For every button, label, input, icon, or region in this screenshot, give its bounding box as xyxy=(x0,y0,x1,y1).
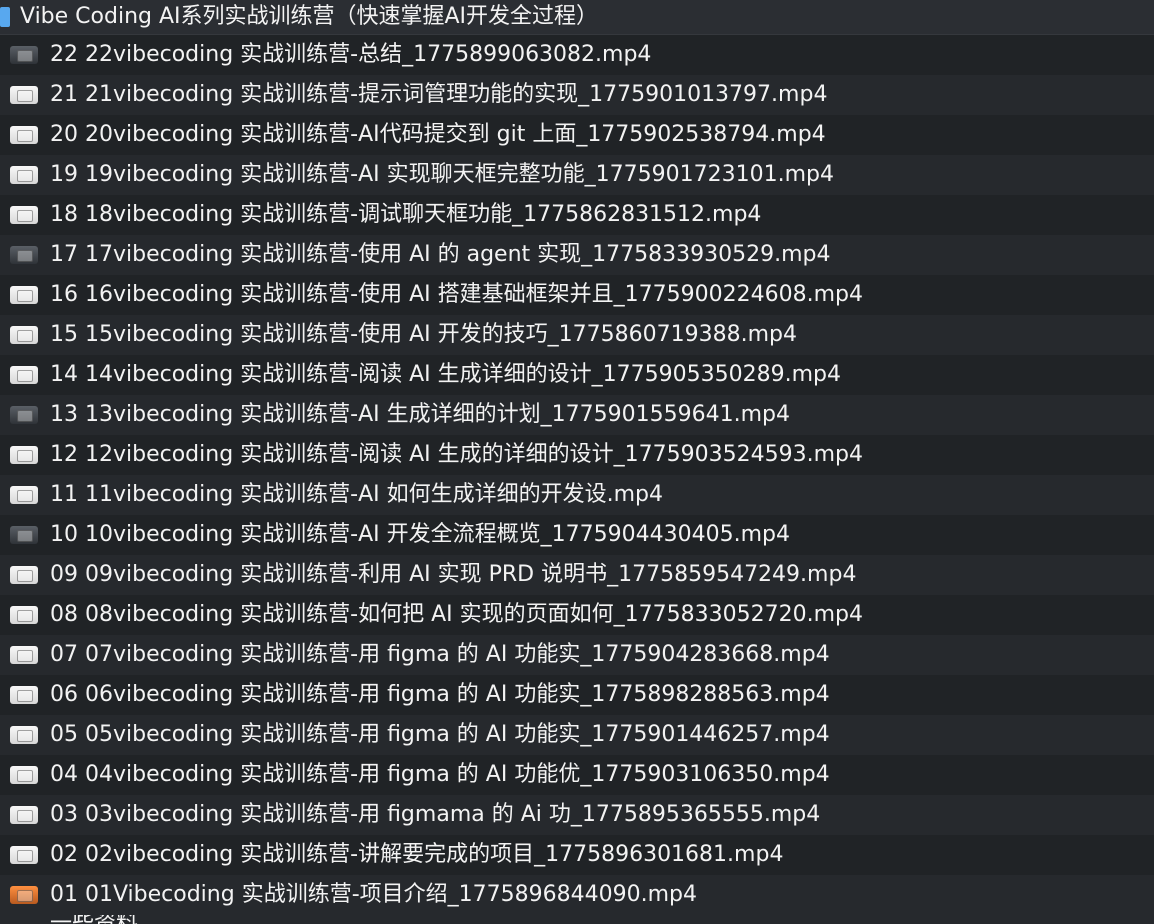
video-thumbnail-icon xyxy=(10,286,38,304)
file-name: 13 13vibecoding 实战训练营-AI 生成详细的计划_1775901… xyxy=(50,402,790,427)
file-row[interactable]: 08 08vibecoding 实战训练营-如何把 AI 实现的页面如何_177… xyxy=(0,595,1154,635)
file-row[interactable]: 18 18vibecoding 实战训练营-调试聊天框功能_1775862831… xyxy=(0,195,1154,235)
file-name: 15 15vibecoding 实战训练营-使用 AI 开发的技巧_177586… xyxy=(50,322,797,347)
video-thumbnail-icon xyxy=(10,726,38,744)
video-thumbnail-icon xyxy=(10,366,38,384)
folder-icon xyxy=(0,7,10,27)
file-name: 05 05vibecoding 实战训练营-用 figma 的 AI 功能实_1… xyxy=(50,722,830,747)
video-thumbnail-icon xyxy=(10,646,38,664)
video-thumbnail-icon xyxy=(10,86,38,104)
file-name: 07 07vibecoding 实战训练营-用 figma 的 AI 功能实_1… xyxy=(50,642,830,667)
file-name: 02 02vibecoding 实战训练营-讲解要完成的项目_177589630… xyxy=(50,842,784,867)
video-thumbnail-icon xyxy=(10,686,38,704)
file-row[interactable]: 21 21vibecoding 实战训练营-提示词管理功能的实现_1775901… xyxy=(0,75,1154,115)
file-name: 20 20vibecoding 实战训练营-AI代码提交到 git 上面_177… xyxy=(50,122,826,147)
file-name: 03 03vibecoding 实战训练营-用 figmama 的 Ai 功_1… xyxy=(50,802,821,827)
file-row[interactable]: 20 20vibecoding 实战训练营-AI代码提交到 git 上面_177… xyxy=(0,115,1154,155)
file-name: 12 12vibecoding 实战训练营-阅读 AI 生成的详细的设计_177… xyxy=(50,442,863,467)
file-name: 22 22vibecoding 实战训练营-总结_1775899063082.m… xyxy=(50,42,652,67)
file-row[interactable]: 09 09vibecoding 实战训练营-利用 AI 实现 PRD 说明书_1… xyxy=(0,555,1154,595)
folder-title: Vibe Coding AI系列实战训练营（快速掌握AI开发全过程） xyxy=(20,4,599,29)
file-row[interactable]: 19 19vibecoding 实战训练营-AI 实现聊天框完整功能_17759… xyxy=(0,155,1154,195)
file-name: 10 10vibecoding 实战训练营-AI 开发全流程概览_1775904… xyxy=(50,522,790,547)
video-thumbnail-icon xyxy=(10,806,38,824)
video-thumbnail-icon xyxy=(10,246,38,264)
file-name: 14 14vibecoding 实战训练营-阅读 AI 生成详细的设计_1775… xyxy=(50,362,841,387)
file-name: 09 09vibecoding 实战训练营-利用 AI 实现 PRD 说明书_1… xyxy=(50,562,857,587)
file-row[interactable]: 06 06vibecoding 实战训练营-用 figma 的 AI 功能实_1… xyxy=(0,675,1154,715)
file-row[interactable]: 14 14vibecoding 实战训练营-阅读 AI 生成详细的设计_1775… xyxy=(0,355,1154,395)
video-thumbnail-icon xyxy=(10,846,38,864)
file-row[interactable]: 22 22vibecoding 实战训练营-总结_1775899063082.m… xyxy=(0,35,1154,75)
video-thumbnail-icon xyxy=(10,326,38,344)
file-row[interactable]: 13 13vibecoding 实战训练营-AI 生成详细的计划_1775901… xyxy=(0,395,1154,435)
file-row[interactable]: 11 11vibecoding 实战训练营-AI 如何生成详细的开发设.mp4 xyxy=(0,475,1154,515)
file-name: 04 04vibecoding 实战训练营-用 figma 的 AI 功能优_1… xyxy=(50,762,830,787)
file-row[interactable]: 03 03vibecoding 实战训练营-用 figmama 的 Ai 功_1… xyxy=(0,795,1154,835)
video-thumbnail-icon xyxy=(10,46,38,64)
file-name: 06 06vibecoding 实战训练营-用 figma 的 AI 功能实_1… xyxy=(50,682,830,707)
file-row[interactable]: 01 01Vibecoding 实战训练营-项目介绍_1775896844090… xyxy=(0,875,1154,915)
file-row[interactable]: 16 16vibecoding 实战训练营-使用 AI 搭建基础框架并且_177… xyxy=(0,275,1154,315)
partial-item-label: 一些资料 xyxy=(50,915,138,924)
file-name: 16 16vibecoding 实战训练营-使用 AI 搭建基础框架并且_177… xyxy=(50,282,863,307)
file-name: 11 11vibecoding 实战训练营-AI 如何生成详细的开发设.mp4 xyxy=(50,482,664,507)
video-thumbnail-icon xyxy=(10,486,38,504)
file-list: 22 22vibecoding 实战训练营-总结_1775899063082.m… xyxy=(0,35,1154,915)
file-row[interactable]: 15 15vibecoding 实战训练营-使用 AI 开发的技巧_177586… xyxy=(0,315,1154,355)
partial-list-item[interactable]: 一些资料 xyxy=(0,915,1154,924)
video-thumbnail-icon xyxy=(10,446,38,464)
video-thumbnail-icon xyxy=(10,166,38,184)
file-row[interactable]: 10 10vibecoding 实战训练营-AI 开发全流程概览_1775904… xyxy=(0,515,1154,555)
video-thumbnail-icon xyxy=(10,526,38,544)
file-row[interactable]: 07 07vibecoding 实战训练营-用 figma 的 AI 功能实_1… xyxy=(0,635,1154,675)
video-thumbnail-icon xyxy=(10,766,38,784)
file-name: 19 19vibecoding 实战训练营-AI 实现聊天框完整功能_17759… xyxy=(50,162,834,187)
video-thumbnail-icon xyxy=(10,566,38,584)
video-thumbnail-icon xyxy=(10,206,38,224)
finder-window: Vibe Coding AI系列实战训练营（快速掌握AI开发全过程） 22 22… xyxy=(0,0,1154,924)
file-row[interactable]: 04 04vibecoding 实战训练营-用 figma 的 AI 功能优_1… xyxy=(0,755,1154,795)
file-row[interactable]: 02 02vibecoding 实战训练营-讲解要完成的项目_177589630… xyxy=(0,835,1154,875)
file-name: 08 08vibecoding 实战训练营-如何把 AI 实现的页面如何_177… xyxy=(50,602,863,627)
file-name: 17 17vibecoding 实战训练营-使用 AI 的 agent 实现_1… xyxy=(50,242,831,267)
file-name: 21 21vibecoding 实战训练营-提示词管理功能的实现_1775901… xyxy=(50,82,828,107)
file-row[interactable]: 05 05vibecoding 实战训练营-用 figma 的 AI 功能实_1… xyxy=(0,715,1154,755)
file-name: 01 01Vibecoding 实战训练营-项目介绍_1775896844090… xyxy=(50,882,697,907)
video-thumbnail-icon xyxy=(10,406,38,424)
video-thumbnail-icon xyxy=(10,886,38,904)
file-name: 18 18vibecoding 实战训练营-调试聊天框功能_1775862831… xyxy=(50,202,762,227)
file-row[interactable]: 17 17vibecoding 实战训练营-使用 AI 的 agent 实现_1… xyxy=(0,235,1154,275)
folder-header-row[interactable]: Vibe Coding AI系列实战训练营（快速掌握AI开发全过程） xyxy=(0,0,1154,35)
video-thumbnail-icon xyxy=(10,126,38,144)
file-row[interactable]: 12 12vibecoding 实战训练营-阅读 AI 生成的详细的设计_177… xyxy=(0,435,1154,475)
video-thumbnail-icon xyxy=(10,606,38,624)
